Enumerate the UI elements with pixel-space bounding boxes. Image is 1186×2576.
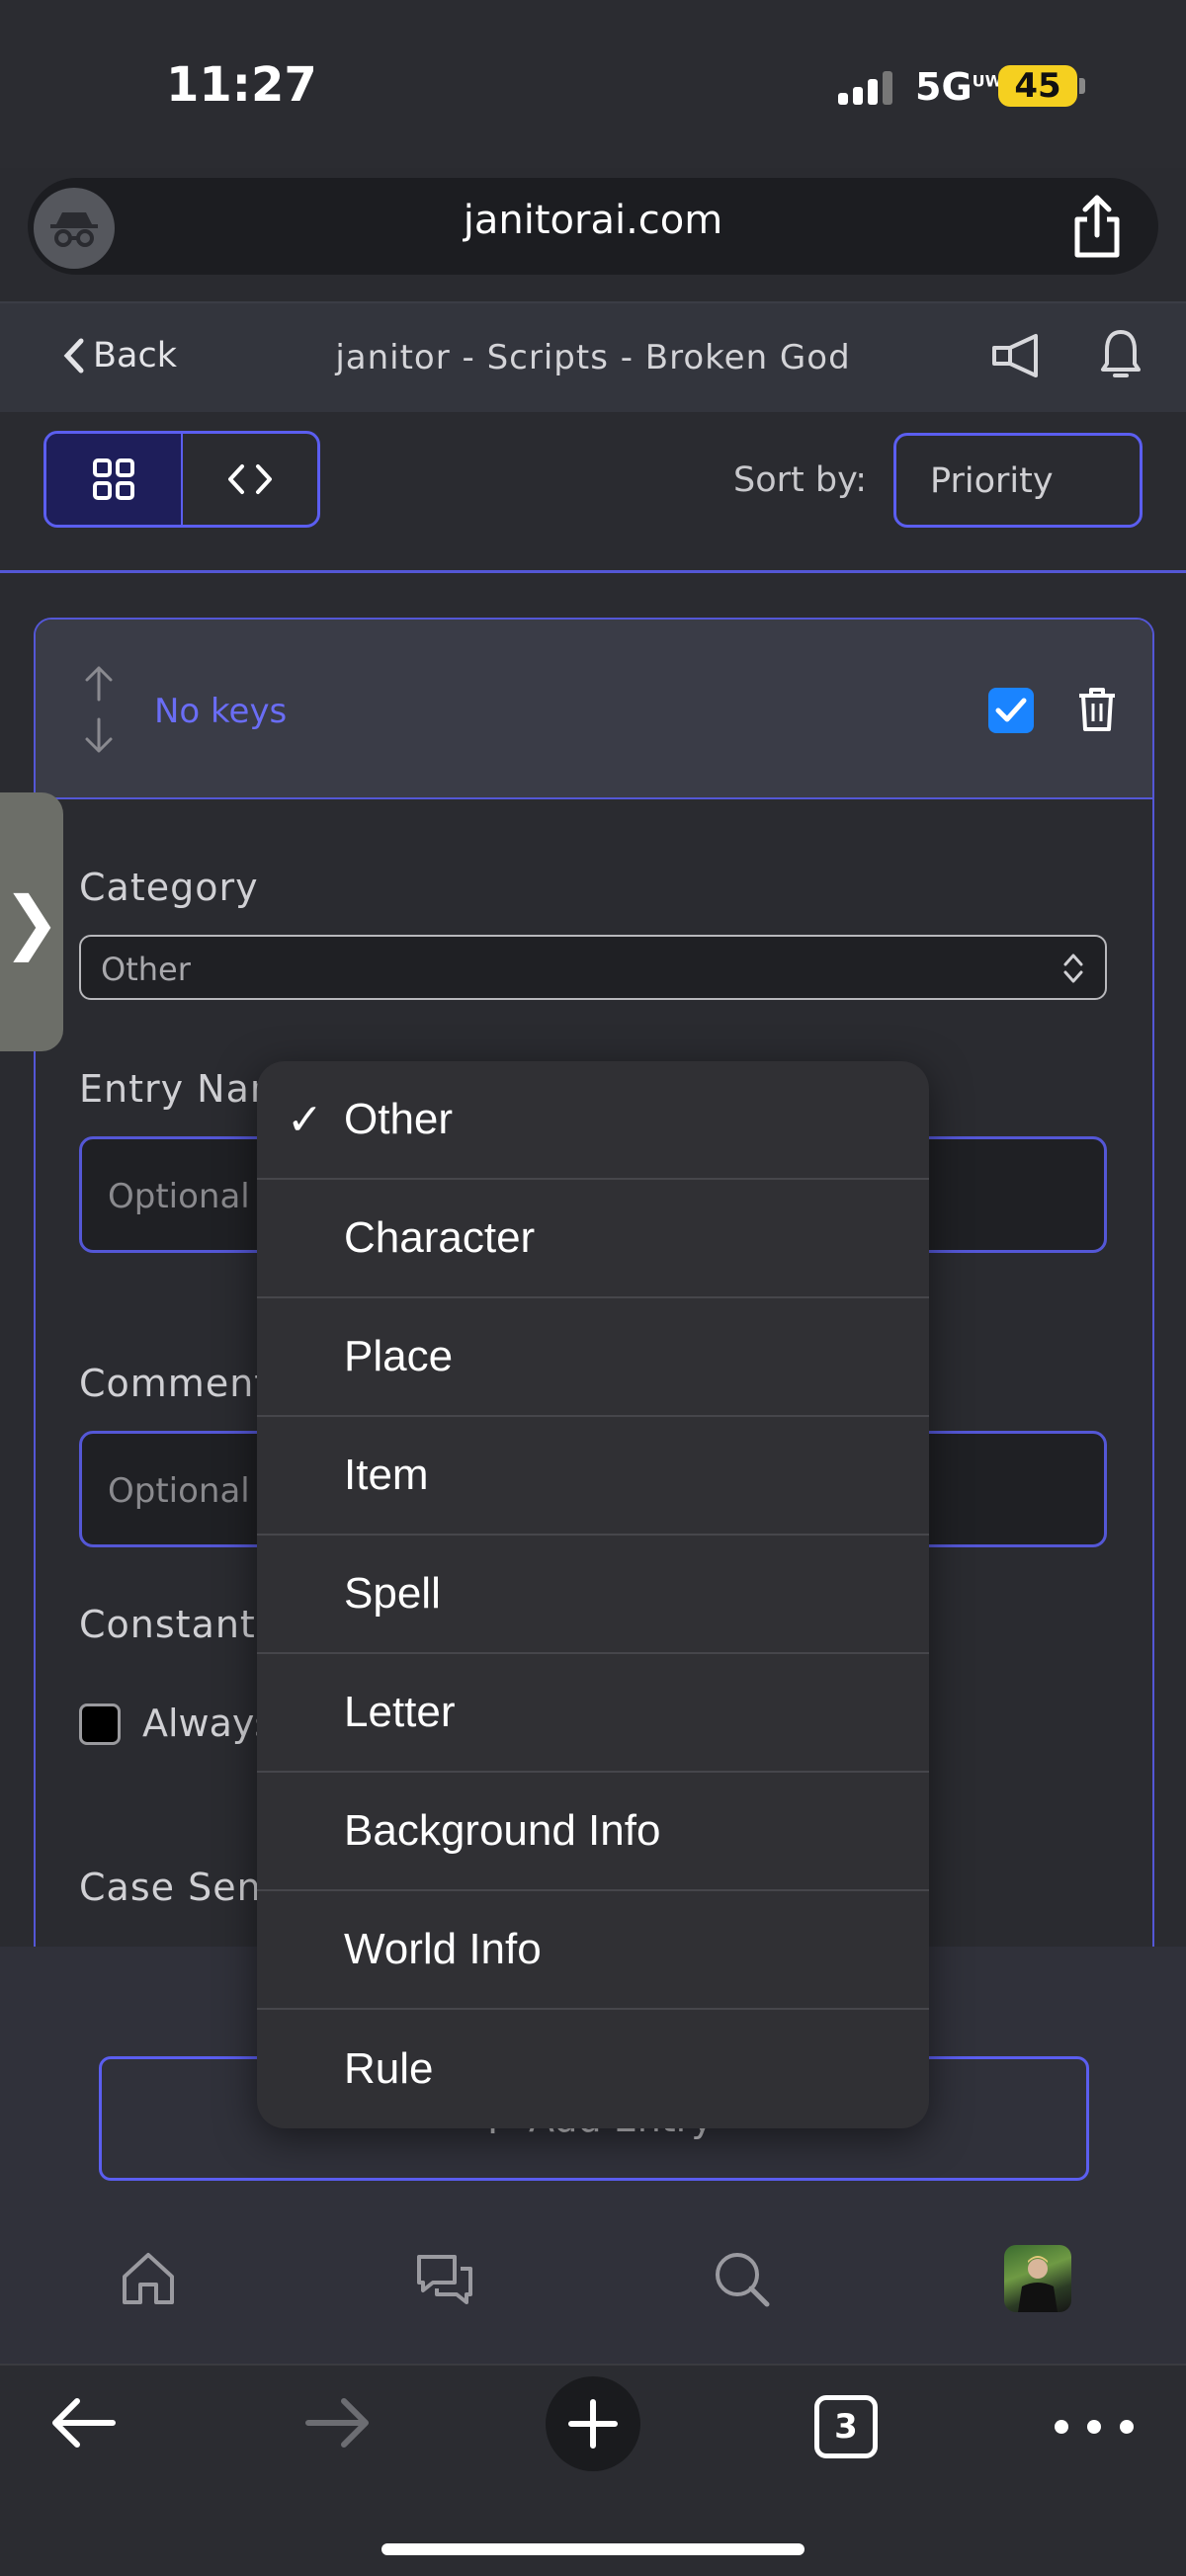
grid-icon (93, 458, 134, 500)
chevron-right-icon: ❯ (2, 881, 61, 962)
status-time: 11:27 (166, 57, 317, 113)
battery-indicator: 45 (998, 65, 1077, 107)
checkmark-icon (995, 698, 1027, 722)
category-select[interactable]: Other (79, 935, 1107, 1000)
more-icon[interactable] (1052, 2417, 1137, 2437)
dropdown-option-world-info[interactable]: World Info (257, 1891, 929, 2010)
view-toggle (43, 431, 320, 528)
sort-label: Sort by: (733, 460, 868, 500)
search-icon[interactable] (712, 2249, 771, 2308)
dropdown-option-other[interactable]: ✓ Other (257, 1061, 929, 1180)
dropdown-option-spell[interactable]: Spell (257, 1536, 929, 1654)
side-drawer-toggle[interactable]: ❯ (0, 792, 63, 1051)
home-icon[interactable] (119, 2249, 178, 2308)
grid-view-button[interactable] (46, 434, 183, 525)
always-label: Always (142, 1702, 275, 1745)
code-view-button[interactable] (183, 434, 317, 525)
avatar[interactable] (1004, 2245, 1071, 2312)
dropdown-option-place[interactable]: Place (257, 1298, 929, 1417)
battery-tip (1079, 78, 1085, 94)
signal-icon (838, 69, 893, 105)
dropdown-option-item[interactable]: Item (257, 1417, 929, 1536)
always-checkbox[interactable] (79, 1703, 121, 1745)
browser-forward-icon[interactable] (302, 2395, 372, 2451)
reorder-arrows-icon[interactable] (79, 660, 119, 759)
divider (0, 570, 1186, 573)
dropdown-option-character[interactable]: Character (257, 1180, 929, 1298)
dropdown-option-rule[interactable]: Rule (257, 2010, 929, 2128)
enabled-checkbox[interactable] (988, 688, 1034, 733)
bell-icon[interactable] (1099, 328, 1143, 381)
new-tab-button[interactable] (546, 2376, 640, 2471)
megaphone-icon[interactable] (990, 332, 1042, 379)
constant-label: Constant (79, 1603, 256, 1646)
entry-keys: No keys (154, 692, 288, 731)
code-icon (228, 464, 272, 494)
sort-select[interactable]: Priority (893, 433, 1143, 528)
browser-back-icon[interactable] (49, 2395, 119, 2451)
share-icon[interactable] (1069, 194, 1125, 259)
dropdown-option-background-info[interactable]: Background Info (257, 1773, 929, 1891)
url-text[interactable]: janitorai.com (0, 198, 1186, 243)
trash-icon[interactable] (1077, 686, 1117, 733)
dropdown-option-letter[interactable]: Letter (257, 1654, 929, 1773)
category-dropdown-menu: ✓ Other Character Place Item Spell Letter… (257, 1061, 929, 2128)
chat-icon[interactable] (415, 2249, 474, 2308)
comment-label: Comment (79, 1362, 271, 1405)
checkmark-icon: ✓ (287, 1096, 323, 1144)
plus-icon (568, 2399, 618, 2449)
tabs-button[interactable]: 3 (814, 2395, 878, 2458)
category-label: Category (79, 866, 259, 909)
network-indicator: 5GUW (915, 65, 1003, 109)
home-indicator (381, 2543, 805, 2555)
chevron-up-down-icon (1059, 949, 1087, 988)
